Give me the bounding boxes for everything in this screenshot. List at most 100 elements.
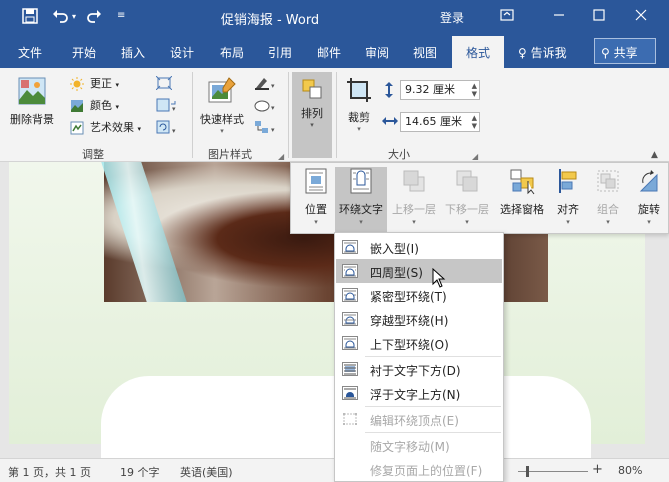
menu-item-tight[interactable]: 紧密型环绕(T) [336,283,502,307]
zoom-in-button[interactable]: + [592,462,603,477]
tab-mailings[interactable]: 邮件 [317,44,341,61]
group-label: 组合 [597,203,619,216]
size-group-label: 大小 [388,148,410,161]
rotate-button[interactable]: 旋转 ▾ [633,167,665,226]
selection-pane-button[interactable]: 选择窗格 [495,167,549,217]
rotate-icon [633,167,665,198]
language-indicator[interactable]: 英语(美国) [180,464,233,480]
menu-item-label: 上下型环绕(O) [370,338,449,352]
quick-styles-icon [196,76,248,109]
maximize-icon[interactable] [588,6,610,28]
tab-insert[interactable]: 插入 [121,44,145,61]
svg-text:▾: ▾ [172,105,176,112]
svg-text:▾: ▾ [271,126,275,134]
menu-item-in-front-of-text[interactable]: 浮于文字上方(N) [336,381,502,405]
group-separator [336,72,337,158]
arrange-label: 排列 [301,107,323,120]
wrap-text-icon [335,167,387,198]
send-backward-button[interactable]: 下移一层 ▾ [441,167,493,226]
menu-item-edit-wrap-points[interactable]: 编辑环绕顶点(E) [336,407,502,431]
group-icon [591,167,625,198]
position-button[interactable]: 位置 ▾ [299,167,333,226]
artistic-effects-icon [70,121,84,142]
remove-background-icon [6,76,58,109]
picture-layout-icon[interactable]: ▾ [254,120,278,137]
menu-item-behind-text[interactable]: 衬于文字下方(D) [336,357,502,381]
arrange-group-button[interactable]: 排列 ▾ [292,72,332,158]
crop-button[interactable]: 裁剪 ▾ [340,76,378,133]
collapse-ribbon-icon[interactable]: ▲ [651,150,658,160]
menu-item-move-with-text[interactable]: 随文字移动(M) [336,433,502,457]
shape-width-icon [382,114,398,131]
bring-forward-icon [389,167,439,198]
mouse-pointer-icon [432,267,446,291]
straw-graphic [101,162,187,302]
align-icon [553,167,583,198]
svg-text:▾: ▾ [271,104,275,112]
corrections-button[interactable]: 更正 ▾ [70,74,119,94]
tab-review[interactable]: 审阅 [365,44,389,61]
ribbon-display-icon[interactable] [496,6,518,28]
top-bottom-wrap-icon [342,336,358,350]
arrange-icon [292,78,332,103]
menu-item-top-bottom[interactable]: 上下型环绕(O) [336,331,502,355]
spinner-icon[interactable]: ▲ ▼ [472,82,477,98]
size-launcher-icon[interactable]: ◢ [472,152,478,161]
reset-picture-icon[interactable]: ▾ [156,120,178,137]
quick-styles-button[interactable]: 快速样式 ▾ [196,76,248,135]
tell-me-label: 告诉我 [530,46,567,60]
ribbon-tabs: 文件 开始 插入 设计 布局 引用 邮件 审阅 视图 格式 ♀ 告诉我 ⚲ 共享 [0,34,669,68]
picture-border-icon[interactable]: ▾ [254,76,278,93]
color-label: 颜色 [90,99,112,112]
compress-pictures-icon[interactable] [155,75,173,93]
tab-home[interactable]: 开始 [72,44,96,61]
svg-text:▾: ▾ [271,82,275,90]
lightbulb-icon: ♀ [518,46,527,60]
corrections-label: 更正 [90,77,112,90]
color-button[interactable]: 颜色 ▾ [70,96,119,116]
menu-item-label: 编辑环绕顶点(E) [370,414,459,428]
group-button[interactable]: 组合 ▾ [591,167,625,226]
selection-pane-icon [495,167,549,198]
align-button[interactable]: 对齐 ▾ [553,167,583,226]
page-count[interactable]: 第 1 页，共 1 页 [8,464,91,480]
arrange-panel: 位置 ▾ 环绕文字 ▾ 上移一层 ▾ 下移一层 ▾ 选择窗格 对齐 ▾ 组合 ▾… [290,162,669,234]
spinner-icon[interactable]: ▲ ▼ [472,114,477,130]
word-count[interactable]: 19 个字 [120,464,160,480]
crop-label: 裁剪 [348,111,370,124]
menu-item-label: 修复页面上的位置(F) [370,464,483,478]
sun-icon [70,77,84,98]
menu-item-label: 衬于文字下方(D) [370,364,461,378]
change-picture-icon[interactable]: ▾ [156,98,178,115]
picture-styles-launcher-icon[interactable]: ◢ [278,152,284,161]
svg-text:▾: ▾ [172,127,176,134]
menu-item-fix-position[interactable]: 修复页面上的位置(F) [336,457,502,481]
close-icon[interactable] [630,6,652,28]
menu-item-square[interactable]: 四周型(S) [336,259,502,283]
zoom-level[interactable]: 80% [618,464,642,477]
tell-me-box[interactable]: ♀ 告诉我 [518,44,567,61]
zoom-slider-thumb[interactable] [526,466,529,477]
menu-item-label: 嵌入型(I) [370,242,419,256]
share-button[interactable]: ⚲ 共享 [594,38,656,64]
artistic-effects-button[interactable]: 艺术效果 ▾ [70,118,141,138]
tab-layout[interactable]: 布局 [220,44,244,61]
tab-format[interactable]: 格式 [452,36,505,68]
tab-references[interactable]: 引用 [268,44,292,61]
wrap-text-button[interactable]: 环绕文字 ▾ [335,167,387,233]
menu-item-through[interactable]: 穿越型环绕(H) [336,307,502,331]
tab-design[interactable]: 设计 [170,44,194,61]
menu-item-label: 穿越型环绕(H) [370,314,449,328]
picture-effects-icon[interactable]: ▾ [254,98,278,115]
shape-width-field[interactable]: 14.65 厘米 ▲ ▼ [400,112,480,132]
wrap-text-menu: 嵌入型(I) 四周型(S) 紧密型环绕(T) 穿越型环绕(H) 上下型环绕(O)… [334,232,504,482]
sign-in-link[interactable]: 登录 [440,9,464,26]
bring-forward-button[interactable]: 上移一层 ▾ [389,167,439,226]
minimize-icon[interactable] [548,6,570,28]
menu-item-inline[interactable]: 嵌入型(I) [336,235,502,259]
group-separator [288,72,289,158]
remove-background-button[interactable]: 删除背景 [6,76,58,127]
tab-view[interactable]: 视图 [413,44,437,61]
shape-height-field[interactable]: 9.32 厘米 ▲ ▼ [400,80,480,100]
tab-file[interactable]: 文件 [18,44,42,61]
